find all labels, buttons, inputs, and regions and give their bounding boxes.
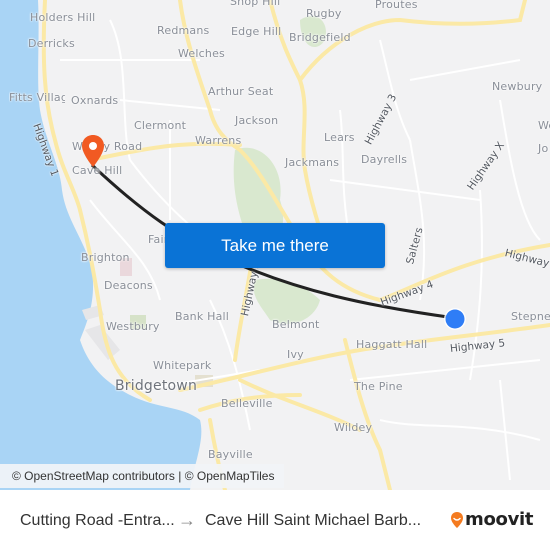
- map[interactable]: Holders Hill Derricks Fitts Village Oxna…: [0, 0, 550, 490]
- place-label: Clermont: [134, 119, 187, 132]
- place-label: Newbury: [492, 80, 543, 93]
- place-label: Holders Hill: [30, 11, 96, 24]
- place-label: Wildey: [334, 421, 373, 434]
- place-label: Welches: [178, 47, 225, 60]
- place-label: Stepney: [511, 310, 550, 323]
- place-label: Lears: [324, 131, 355, 144]
- place-label: Dayrells: [361, 153, 408, 166]
- place-label: Bayville: [208, 448, 253, 461]
- moovit-wordmark: moovit: [465, 509, 534, 530]
- moovit-logo: moovit: [450, 509, 534, 530]
- place-label: Haggatt Hall: [356, 338, 428, 351]
- place-label: Rugby: [306, 7, 342, 20]
- arrow-right-icon: →: [178, 510, 196, 530]
- place-label: Bridgefield: [289, 31, 351, 44]
- place-label: Edge Hill: [231, 25, 282, 38]
- place-label: Jackson: [235, 114, 279, 127]
- place-label: Deacons: [104, 279, 153, 292]
- place-label: Belleville: [221, 397, 273, 410]
- place-label: Arthur Seat: [208, 85, 274, 98]
- place-label: Jo: [538, 142, 549, 155]
- place-label: Warrens: [195, 134, 242, 147]
- place-label: We: [538, 119, 550, 132]
- place-label: Bank Hall: [175, 310, 230, 323]
- place-label: Whitepark: [153, 359, 212, 372]
- origin-marker-icon[interactable]: [443, 307, 467, 331]
- place-label: Shop Hill: [230, 0, 281, 8]
- footer: Cutting Road -Entra... → Cave Hill Saint…: [0, 490, 550, 550]
- place-label: Brighton: [81, 251, 130, 264]
- place-label: Jackmans: [285, 156, 340, 169]
- destination-pin-icon[interactable]: [81, 134, 105, 168]
- place-label: Fitts Village: [9, 91, 65, 104]
- map-attribution[interactable]: © OpenStreetMap contributors | © OpenMap…: [0, 464, 285, 488]
- place-label: The Pine: [354, 380, 403, 393]
- place-label: Ivy: [287, 348, 304, 361]
- place-label: Bridgetown: [115, 378, 198, 394]
- place-label: Derricks: [28, 37, 75, 50]
- place-label: Belmont: [272, 318, 320, 331]
- place-label: Redmans: [157, 24, 210, 37]
- origin-label: Cutting Road -Entra...: [20, 512, 175, 529]
- place-label: Westbury: [106, 320, 160, 333]
- place-label: Oxnards: [71, 94, 119, 107]
- take-me-there-button[interactable]: Take me there: [165, 223, 385, 268]
- destination-label: Cave Hill Saint Michael Barb...: [205, 512, 422, 529]
- moovit-pin-icon: [451, 511, 463, 528]
- place-label: Proutes: [375, 0, 418, 11]
